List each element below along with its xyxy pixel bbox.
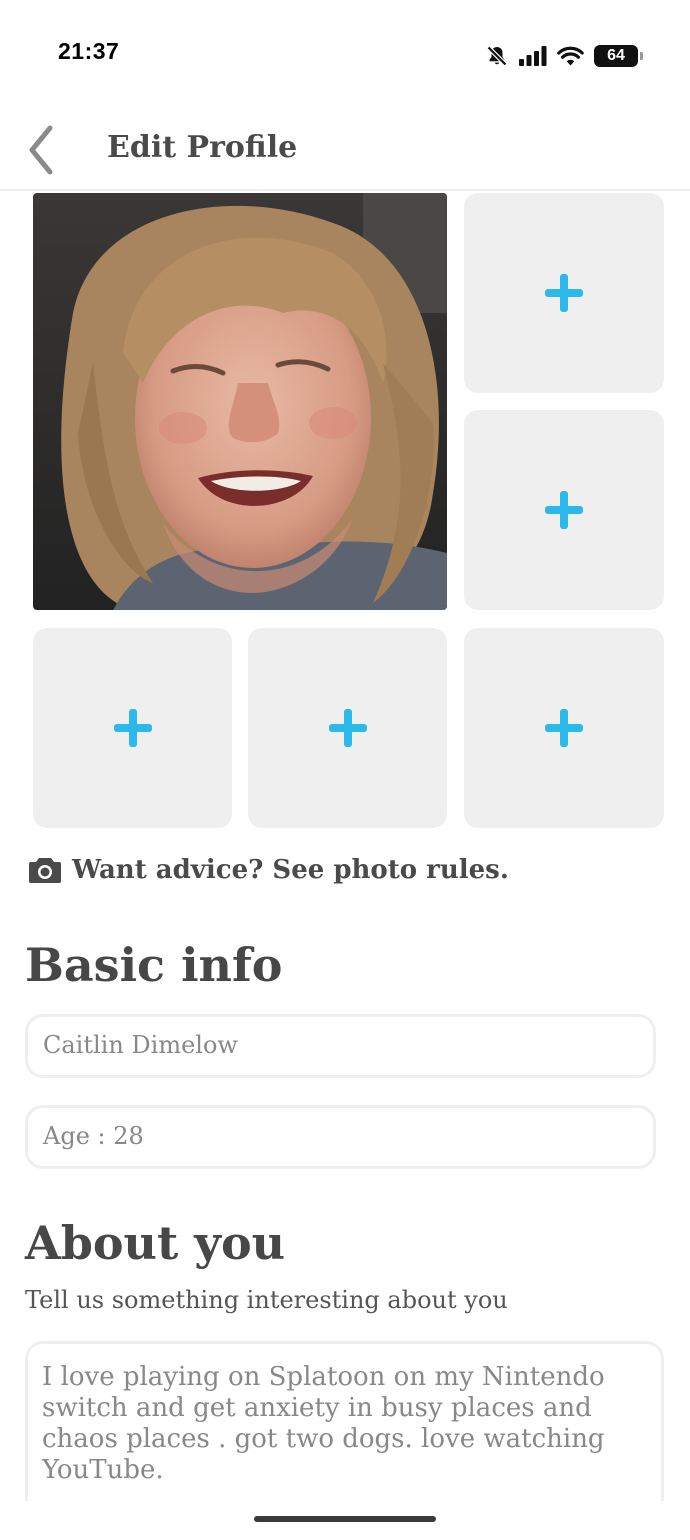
back-button[interactable]	[18, 122, 66, 178]
age-field[interactable]: Age : 28	[25, 1105, 656, 1169]
about-you-subtitle: Tell us something interesting about you	[25, 1286, 508, 1314]
bell-slash-icon	[486, 45, 508, 67]
add-photo-slot-1[interactable]	[464, 193, 664, 393]
plus-icon	[545, 709, 583, 747]
profile-photo-image	[33, 193, 447, 610]
camera-icon	[29, 858, 61, 883]
add-photo-slot-4[interactable]	[248, 628, 447, 828]
plus-icon	[545, 274, 583, 312]
chevron-left-icon	[29, 125, 53, 175]
photo-rules-link[interactable]: Want advice? See photo rules.	[28, 855, 509, 885]
add-photo-slot-2[interactable]	[464, 410, 664, 610]
plus-icon	[113, 709, 152, 747]
profile-photo[interactable]	[33, 193, 447, 610]
basic-info-heading: Basic info	[25, 938, 283, 992]
wifi-icon	[557, 46, 584, 66]
cellular-signal-icon	[519, 46, 547, 66]
photo-rules-text: Want advice? See photo rules.	[72, 855, 509, 885]
about-you-heading: About you	[25, 1216, 286, 1270]
status-icons: 64	[485, 41, 643, 71]
status-time: 21:37	[58, 38, 120, 64]
page-title: Edit Profile	[107, 130, 298, 165]
name-field[interactable]: Caitlin Dimelow	[25, 1014, 656, 1078]
add-photo-slot-3[interactable]	[33, 628, 232, 828]
add-photo-slot-5[interactable]	[464, 628, 664, 828]
home-indicator[interactable]	[254, 1516, 436, 1522]
bio-textarea[interactable]: I love playing on Splatoon on my Nintend…	[25, 1341, 664, 1501]
header-bar: Edit Profile	[0, 100, 690, 191]
plus-icon	[545, 491, 583, 529]
plus-icon	[328, 709, 367, 747]
status-bar: 21:37 64	[0, 0, 690, 100]
battery-icon: 64	[594, 45, 643, 67]
battery-level: 64	[607, 47, 625, 64]
